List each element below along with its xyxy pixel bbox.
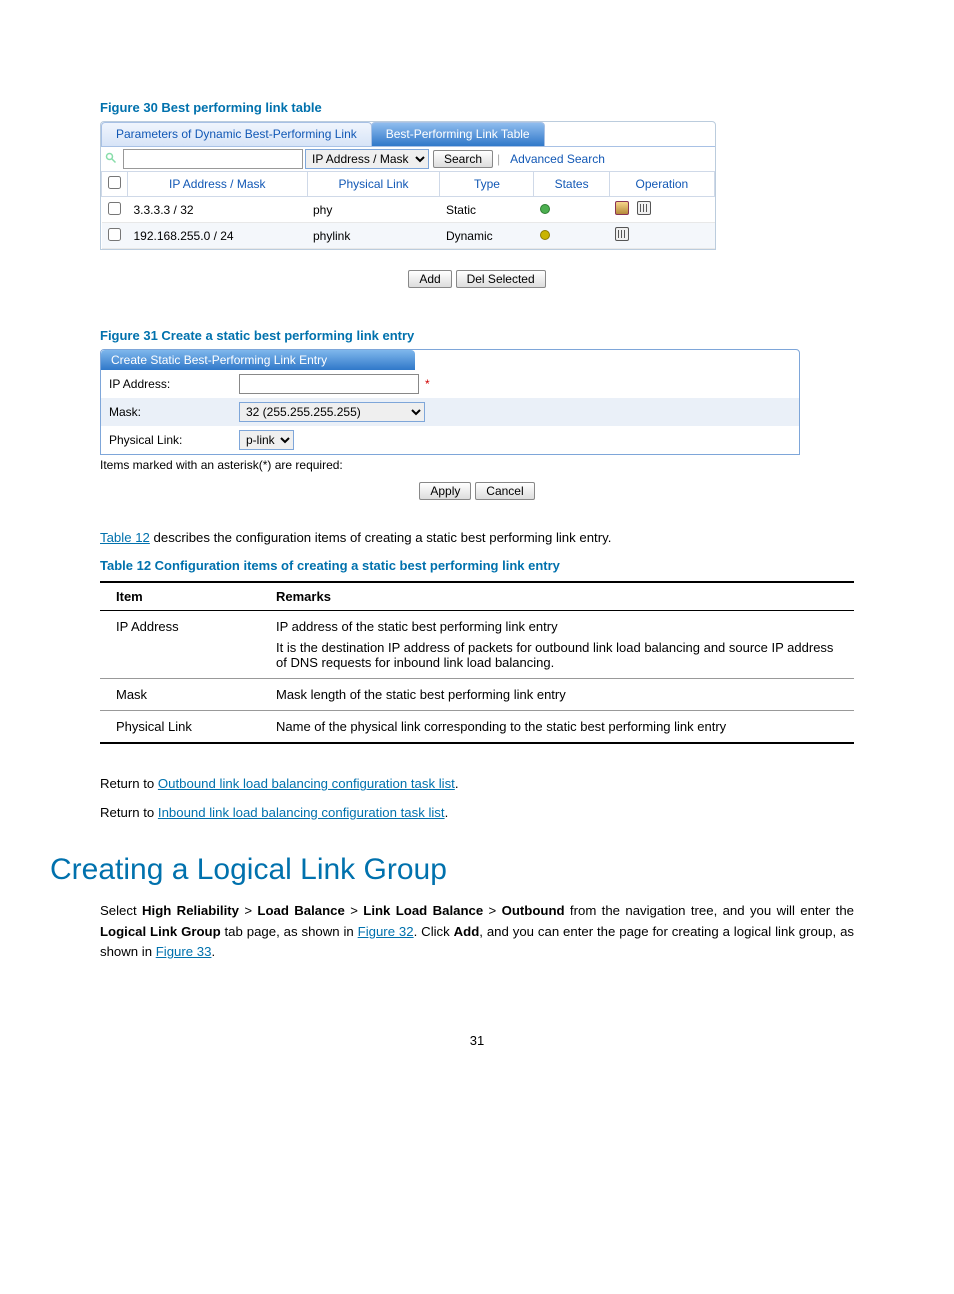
label-physical-link: Physical Link: xyxy=(109,433,239,447)
page-number: 31 xyxy=(100,1033,854,1048)
table-row: 192.168.255.0 / 24 phylink Dynamic xyxy=(102,223,715,249)
required-note: Items marked with an asterisk(*) are req… xyxy=(100,455,854,478)
col-ip: IP Address / Mask xyxy=(128,172,308,197)
link-table: IP Address / Mask Physical Link Type Sta… xyxy=(101,171,715,249)
cell-item: Physical Link xyxy=(100,711,260,744)
cell-item: Mask xyxy=(100,679,260,711)
cancel-button[interactable]: Cancel xyxy=(475,482,534,500)
table-row: Mask Mask length of the static best perf… xyxy=(100,679,854,711)
figure-31-caption: Figure 31 Create a static best performin… xyxy=(100,328,854,343)
best-performing-link-table-panel: Parameters of Dynamic Best-Performing Li… xyxy=(100,121,716,250)
th-item: Item xyxy=(100,582,260,611)
delete-icon[interactable] xyxy=(637,201,651,215)
required-icon: * xyxy=(425,377,430,391)
status-indicator-icon xyxy=(540,204,550,214)
table-row: Physical Link Name of the physical link … xyxy=(100,711,854,744)
table-12-caption: Table 12 Configuration items of creating… xyxy=(100,558,854,573)
physical-link-select[interactable]: p-link xyxy=(239,430,294,450)
form-row-mask: Mask: 32 (255.255.255.255) xyxy=(101,398,799,426)
figure-31: Figure 31 Create a static best performin… xyxy=(100,328,854,500)
delete-icon[interactable] xyxy=(615,227,629,241)
form-row-physical-link: Physical Link: p-link xyxy=(101,426,799,454)
add-button[interactable]: Add xyxy=(408,270,451,288)
advanced-search-link[interactable]: Advanced Search xyxy=(510,152,605,166)
inbound-task-list-link[interactable]: Inbound link load balancing configuratio… xyxy=(158,805,445,820)
cell-type: Static xyxy=(440,197,534,223)
apply-button[interactable]: Apply xyxy=(419,482,471,500)
ip-address-input[interactable] xyxy=(239,374,419,394)
section-paragraph: Select High Reliability > Load Balance >… xyxy=(100,901,854,962)
figure-33-link[interactable]: Figure 33 xyxy=(156,944,212,959)
search-button[interactable]: Search xyxy=(433,150,493,168)
cell-ip: 3.3.3.3 / 32 xyxy=(128,197,308,223)
select-all-checkbox[interactable] xyxy=(108,176,121,189)
search-icon xyxy=(105,152,117,167)
cell-remarks: IP address of the static best performing… xyxy=(260,611,854,679)
del-selected-button[interactable]: Del Selected xyxy=(456,270,546,288)
separator: | xyxy=(497,152,500,166)
col-states: States xyxy=(534,172,609,197)
return-outbound: Return to Outbound link load balancing c… xyxy=(100,774,854,794)
cell-state xyxy=(534,223,609,249)
cell-type: Dynamic xyxy=(440,223,534,249)
cell-remarks: Name of the physical link corresponding … xyxy=(260,711,854,744)
mask-select[interactable]: 32 (255.255.255.255) xyxy=(239,402,425,422)
cell-state xyxy=(534,197,609,223)
col-physical-link: Physical Link xyxy=(307,172,440,197)
cell-operation xyxy=(609,223,714,249)
table-row: 3.3.3.3 / 32 phy Static xyxy=(102,197,715,223)
col-type: Type xyxy=(440,172,534,197)
table-12-link[interactable]: Table 12 xyxy=(100,530,150,545)
row-checkbox[interactable] xyxy=(108,202,121,215)
form-row-ip: IP Address: * xyxy=(101,370,799,398)
tab-row: Parameters of Dynamic Best-Performing Li… xyxy=(101,122,715,146)
label-mask: Mask: xyxy=(109,405,239,419)
cell-physical-link: phylink xyxy=(307,223,440,249)
cell-operation xyxy=(609,197,714,223)
label-ip: IP Address: xyxy=(109,377,239,391)
paragraph: Table 12 describes the configuration ite… xyxy=(100,528,854,548)
outbound-task-list-link[interactable]: Outbound link load balancing configurati… xyxy=(158,776,455,791)
table-row: IP Address IP address of the static best… xyxy=(100,611,854,679)
tab-parameters[interactable]: Parameters of Dynamic Best-Performing Li… xyxy=(101,122,372,146)
create-entry-panel: Create Static Best-Performing Link Entry… xyxy=(100,349,800,455)
edit-icon[interactable] xyxy=(615,201,629,215)
cell-physical-link: phy xyxy=(307,197,440,223)
search-input[interactable] xyxy=(123,149,303,169)
th-remarks: Remarks xyxy=(260,582,854,611)
figure-30: Figure 30 Best performing link table Par… xyxy=(100,100,854,288)
tab-best-performing-table[interactable]: Best-Performing Link Table xyxy=(371,122,545,146)
figure-30-caption: Figure 30 Best performing link table xyxy=(100,100,854,115)
search-row: IP Address / Mask Search | Advanced Sear… xyxy=(101,146,715,171)
col-operation: Operation xyxy=(609,172,714,197)
return-inbound: Return to Inbound link load balancing co… xyxy=(100,803,854,823)
panel-header: Create Static Best-Performing Link Entry xyxy=(101,350,415,370)
table-12: Item Remarks IP Address IP address of th… xyxy=(100,581,854,744)
row-checkbox[interactable] xyxy=(108,228,121,241)
cell-item: IP Address xyxy=(100,611,260,679)
cell-remarks: Mask length of the static best performin… xyxy=(260,679,854,711)
figure-32-link[interactable]: Figure 32 xyxy=(358,924,414,939)
section-heading: Creating a Logical Link Group xyxy=(50,853,854,887)
search-field-select[interactable]: IP Address / Mask xyxy=(305,149,429,169)
cell-ip: 192.168.255.0 / 24 xyxy=(128,223,308,249)
status-indicator-icon xyxy=(540,230,550,240)
